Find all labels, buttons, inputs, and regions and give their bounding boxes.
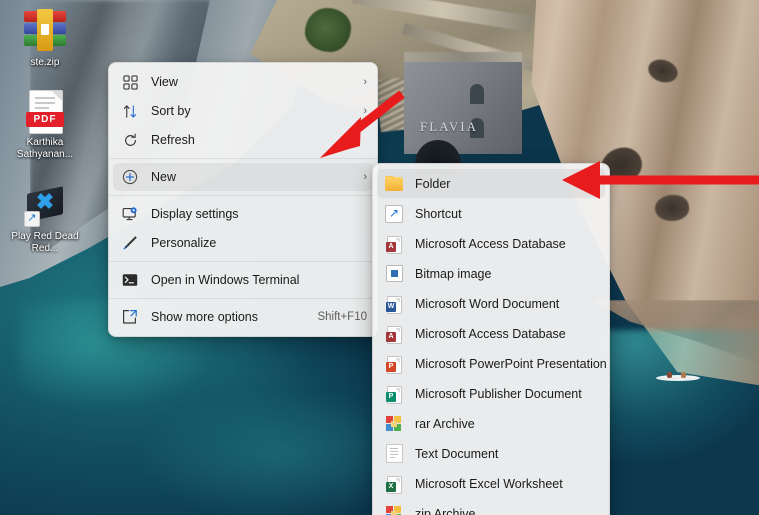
submenu-item-bitmap-image[interactable]: Bitmap image <box>377 259 605 288</box>
desktop-icon-karthika-pdf[interactable]: PDF Karthika Sathyanan... <box>6 88 84 161</box>
paintbrush-icon <box>119 234 141 252</box>
winrar-archive-icon <box>22 8 68 54</box>
pdf-badge-label: PDF <box>26 112 64 127</box>
powerpoint-icon: P <box>383 355 405 374</box>
desktop-icon-label: ste.zip <box>30 57 60 68</box>
submenu-item-label: zip Archive <box>415 506 476 515</box>
desktop-icon-play-red-dead[interactable]: ✖ ↗ Play Red Dead Red... <box>6 182 84 255</box>
submenu-item-label: Text Document <box>415 446 499 461</box>
access-icon: A <box>383 325 405 344</box>
menu-item-label: Open in Windows Terminal <box>151 273 300 287</box>
menu-item-display-settings[interactable]: Display settings <box>113 200 373 228</box>
submenu-item-label: Microsoft Access Database <box>415 236 566 251</box>
submenu-item-label: Microsoft Publisher Document <box>415 386 582 401</box>
pdf-document-icon: PDF <box>22 88 68 134</box>
desktop-icon-label: Play Red Dead Red... <box>11 231 79 254</box>
sort-arrows-icon <box>119 102 141 120</box>
menu-item-open-in-windows-terminal[interactable]: Open in Windows Terminal <box>113 266 373 294</box>
game-shortcut-icon: ✖ ↗ <box>22 182 68 228</box>
submenu-item-folder[interactable]: Folder <box>377 169 605 198</box>
menu-item-new[interactable]: New › <box>113 163 373 191</box>
desktop-icon-label: Karthika Sathyanan... <box>16 137 74 160</box>
chevron-right-icon: › <box>363 171 367 183</box>
menu-item-label: Show more options <box>151 310 259 324</box>
terminal-icon <box>119 271 141 289</box>
excel-icon: X <box>383 475 405 494</box>
word-icon: W <box>383 295 405 314</box>
submenu-item-excel-worksheet[interactable]: X Microsoft Excel Worksheet <box>377 469 605 498</box>
submenu-item-shortcut[interactable]: ↗ Shortcut <box>377 199 605 228</box>
menu-item-label: Refresh <box>151 133 195 147</box>
chevron-right-icon: › <box>363 76 367 88</box>
submenu-item-label: Microsoft Excel Worksheet <box>415 476 563 491</box>
menu-item-label: View <box>151 75 178 89</box>
submenu-item-label: Folder <box>415 176 451 191</box>
submenu-item-label: Microsoft Access Database <box>415 326 566 341</box>
folder-icon <box>383 175 405 193</box>
menu-separator <box>109 195 377 196</box>
plus-circle-icon <box>119 168 141 186</box>
submenu-item-word-document[interactable]: W Microsoft Word Document <box>377 289 605 318</box>
wallpaper-building <box>404 62 522 154</box>
submenu-item-publisher-document[interactable]: P Microsoft Publisher Document <box>377 379 605 408</box>
submenu-item-label: Shortcut <box>415 206 462 221</box>
menu-item-label: New <box>151 170 177 184</box>
menu-item-show-more-options[interactable]: Show more options Shift+F10 <box>113 303 373 331</box>
menu-item-refresh[interactable]: Refresh <box>113 126 373 154</box>
wallpaper-tree <box>305 8 351 52</box>
submenu-item-label: Bitmap image <box>415 266 492 281</box>
desktop-icon-ste-zip[interactable]: ste.zip <box>6 8 84 69</box>
submenu-item-access-database-2[interactable]: A Microsoft Access Database <box>377 319 605 348</box>
submenu-item-zip-archive[interactable]: zip Archive <box>377 499 605 515</box>
refresh-icon <box>119 131 141 149</box>
access-icon: A <box>383 235 405 254</box>
menu-item-sort-by[interactable]: Sort by › <box>113 97 373 125</box>
menu-item-label: Personalize <box>151 236 217 250</box>
menu-item-shortcut: Shift+F10 <box>317 311 367 323</box>
menu-item-personalize[interactable]: Personalize <box>113 229 373 257</box>
submenu-item-access-database-1[interactable]: A Microsoft Access Database <box>377 229 605 258</box>
shortcut-icon: ↗ <box>383 204 405 223</box>
submenu-item-powerpoint-presentation[interactable]: P Microsoft PowerPoint Presentation <box>377 349 607 378</box>
desktop-context-menu[interactable]: View › Sort by › Refresh New › Display s… <box>108 62 378 337</box>
submenu-item-rar-archive[interactable]: rar Archive <box>377 409 605 438</box>
wallpaper-shallow-water <box>600 330 759 460</box>
submenu-item-label: Microsoft PowerPoint Presentation <box>415 356 607 371</box>
text-document-icon <box>383 444 405 463</box>
menu-separator <box>109 261 377 262</box>
zip-archive-icon <box>383 505 405 515</box>
grid-view-icon <box>119 73 141 91</box>
submenu-item-text-document[interactable]: Text Document <box>377 439 605 468</box>
menu-separator <box>109 158 377 159</box>
publisher-icon: P <box>383 385 405 404</box>
menu-item-label: Display settings <box>151 207 239 221</box>
new-submenu[interactable]: Folder ↗ Shortcut A Microsoft Access Dat… <box>372 163 610 515</box>
monitor-icon <box>119 205 141 223</box>
chevron-right-icon: › <box>363 105 367 117</box>
wallpaper-building-window-1 <box>470 84 484 104</box>
menu-separator <box>109 298 377 299</box>
bitmap-icon <box>383 265 405 283</box>
submenu-item-label: Microsoft Word Document <box>415 296 560 311</box>
wallpaper-kayak <box>656 372 700 381</box>
desktop: FLAVIA ste.zip PDF Karthika Sathyanan...… <box>0 0 759 515</box>
menu-item-view[interactable]: View › <box>113 68 373 96</box>
expand-options-icon <box>119 308 141 326</box>
submenu-item-label: rar Archive <box>415 416 475 431</box>
shortcut-overlay-icon: ↗ <box>24 211 40 227</box>
rar-archive-icon <box>383 415 405 433</box>
wallpaper-flavia-sign: FLAVIA <box>420 119 478 134</box>
menu-item-label: Sort by <box>151 104 191 118</box>
